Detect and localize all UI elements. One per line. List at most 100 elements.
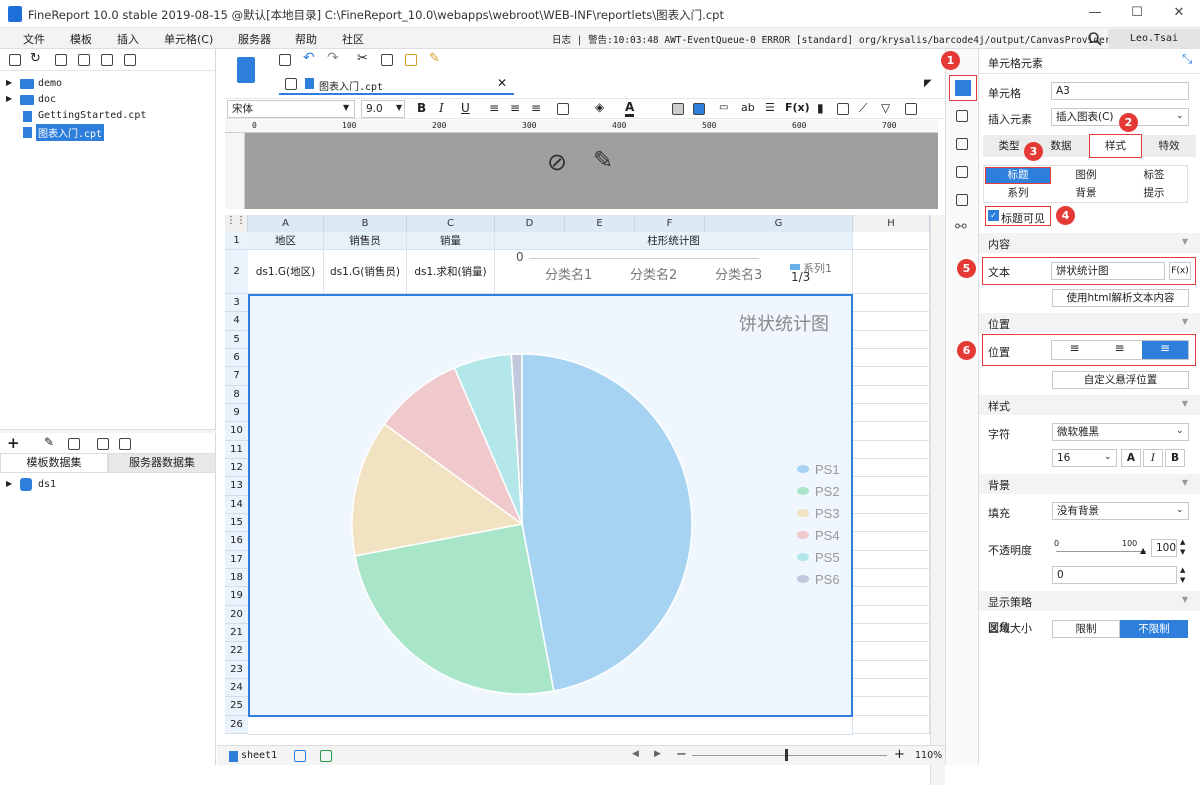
copy-cell-icon[interactable] xyxy=(381,54,393,66)
align-center-icon[interactable]: ≡ xyxy=(1097,341,1142,359)
row-header[interactable]: 19 xyxy=(225,587,248,606)
maximize-button[interactable]: ☐ xyxy=(1122,5,1152,23)
tab-menu-icon[interactable]: ◤ xyxy=(924,78,932,89)
cell-H[interactable] xyxy=(853,422,930,441)
paste-icon[interactable] xyxy=(405,54,417,66)
cell-H[interactable] xyxy=(853,477,930,496)
widget-icon[interactable] xyxy=(905,103,917,115)
section-background[interactable]: 背景 ▼ xyxy=(979,474,1200,494)
log-status[interactable]: 日志 | 警告:10:03:48 AWT-EventQueue-0 ERROR … xyxy=(552,32,1110,46)
align-right-icon[interactable]: ≡ xyxy=(1142,341,1188,359)
limit-button[interactable]: 限制 xyxy=(1052,620,1120,638)
cell-A2[interactable]: ds1.G(地区) xyxy=(248,250,324,294)
pie-slice-ps1[interactable] xyxy=(521,353,693,692)
subtab-legend[interactable]: 图例 xyxy=(1052,166,1120,184)
dataset-item[interactable]: ▶ ds1 xyxy=(6,477,206,493)
expand-icon[interactable]: ▶ xyxy=(6,94,12,103)
cell-H2[interactable] xyxy=(853,250,930,294)
refresh-icon[interactable]: ↻ xyxy=(30,51,41,66)
cell-H[interactable] xyxy=(853,403,930,423)
slash-icon[interactable]: ⟋ xyxy=(859,101,867,116)
text-cell-icon[interactable]: ▭ xyxy=(719,102,728,113)
font-color-icon[interactable]: A xyxy=(625,100,635,117)
section-display[interactable]: 显示策略 ▼ xyxy=(979,591,1200,611)
widget-setting-icon[interactable] xyxy=(956,166,968,178)
fill-color-icon[interactable]: ◈ xyxy=(595,100,604,114)
cell-element-tab[interactable] xyxy=(949,75,977,101)
menu-cell[interactable]: 单元格(C) xyxy=(164,31,213,47)
cell-C1[interactable]: 销量 xyxy=(407,232,495,250)
row-header[interactable]: 23 xyxy=(225,660,248,679)
border-icon[interactable] xyxy=(557,103,569,115)
chevron-down-icon[interactable]: ⌄ xyxy=(1176,505,1184,515)
tree-item-doc[interactable]: ▶ doc xyxy=(6,92,206,108)
format-painter-icon[interactable]: ✎ xyxy=(429,51,440,66)
cell-H[interactable] xyxy=(853,697,930,716)
cell-H[interactable] xyxy=(853,495,930,514)
cell-H[interactable] xyxy=(853,513,930,533)
font-color-button[interactable]: A xyxy=(1121,449,1141,467)
collapse-icon[interactable]: ▼ xyxy=(1182,595,1188,604)
col-header-B[interactable]: B xyxy=(324,215,407,232)
menu-community[interactable]: 社区 xyxy=(342,31,364,47)
tree-item-demo[interactable]: ▶ demo xyxy=(6,76,206,92)
legend-page[interactable]: 1/3 xyxy=(791,270,810,284)
row-header[interactable]: 22 xyxy=(225,642,248,661)
fill-select[interactable]: 没有背景 xyxy=(1052,502,1189,520)
cell-A26[interactable] xyxy=(248,717,853,735)
cell-H[interactable] xyxy=(853,550,930,569)
merge-icon[interactable] xyxy=(672,103,684,115)
add-sheet-icon[interactable] xyxy=(294,750,306,762)
add-form-icon[interactable] xyxy=(320,750,332,762)
row-header[interactable]: 8 xyxy=(225,385,248,404)
row-header[interactable]: 3 xyxy=(225,294,248,313)
no-limit-button[interactable]: 不限制 xyxy=(1120,620,1188,638)
text-icon[interactable]: ab xyxy=(741,101,755,114)
cut-icon[interactable]: ✂ xyxy=(357,51,368,66)
bar-chart-preview[interactable]: 0 分类名1 分类名2 分类名3 系列1 1/3 xyxy=(495,250,853,294)
tab-server-datasets[interactable]: 服务器数据集 xyxy=(108,453,216,473)
expand-icon[interactable]: ▶ xyxy=(6,479,12,488)
row-header[interactable]: 10 xyxy=(225,422,248,441)
legend-marker-ps5[interactable] xyxy=(797,553,809,561)
chevron-down-icon[interactable]: ⌄ xyxy=(1104,452,1112,462)
row-header[interactable]: 2 xyxy=(225,250,248,294)
cell-B1[interactable]: 销售员 xyxy=(324,232,407,250)
subtab-label[interactable]: 标签 xyxy=(1120,166,1188,184)
vertical-scrollbar[interactable] xyxy=(930,215,945,785)
legend-marker-ps2[interactable] xyxy=(797,487,809,495)
menu-template[interactable]: 模板 xyxy=(70,31,92,47)
user-name[interactable]: Leo.Tsai xyxy=(1108,29,1200,49)
col-header-C[interactable]: C xyxy=(407,215,495,232)
cell-C2[interactable]: ds1.求和(销量) xyxy=(407,250,495,294)
menu-insert[interactable]: 插入 xyxy=(117,31,139,47)
close-tab-icon[interactable]: ✕ xyxy=(497,76,507,90)
zoom-slider[interactable] xyxy=(692,755,887,756)
zoom-out-button[interactable]: − xyxy=(676,747,687,762)
row-header[interactable]: 15 xyxy=(225,513,248,533)
cell-H[interactable] xyxy=(853,605,930,624)
legend-label-ps5[interactable]: PS5 xyxy=(815,550,840,565)
collapse-icon[interactable]: ▼ xyxy=(1182,317,1188,326)
pie-chart-cell[interactable]: 饼状统计图 PS1 PS2 PS3 PS4 PS5 PS6 xyxy=(248,294,853,717)
subtab-title[interactable]: 标题 xyxy=(985,167,1051,184)
tree-item-chart-intro[interactable]: 图表入门.cpt xyxy=(6,124,206,141)
cell-name-input[interactable]: A3 xyxy=(1051,82,1189,100)
row-header[interactable]: 20 xyxy=(225,605,248,624)
align-right-icon[interactable]: ≡ xyxy=(531,101,541,115)
legend-marker-ps1[interactable] xyxy=(797,465,809,473)
cell-H[interactable] xyxy=(853,587,930,606)
copy-icon[interactable] xyxy=(124,54,136,66)
zoom-slider-handle[interactable] xyxy=(785,749,788,761)
row-header[interactable]: 9 xyxy=(225,403,248,423)
row-header[interactable]: 17 xyxy=(225,550,248,569)
expand-icon[interactable]: ▶ xyxy=(6,78,12,87)
hidden-eye-icon[interactable]: ⊘ xyxy=(547,148,567,176)
cell-A1[interactable]: 地区 xyxy=(248,232,324,250)
menu-help[interactable]: 帮助 xyxy=(295,31,317,47)
open-icon[interactable] xyxy=(55,54,67,66)
row-header[interactable]: 13 xyxy=(225,477,248,496)
cell-H[interactable] xyxy=(853,367,930,386)
col-header-A[interactable]: A xyxy=(248,215,324,232)
row-header[interactable]: 18 xyxy=(225,568,248,588)
